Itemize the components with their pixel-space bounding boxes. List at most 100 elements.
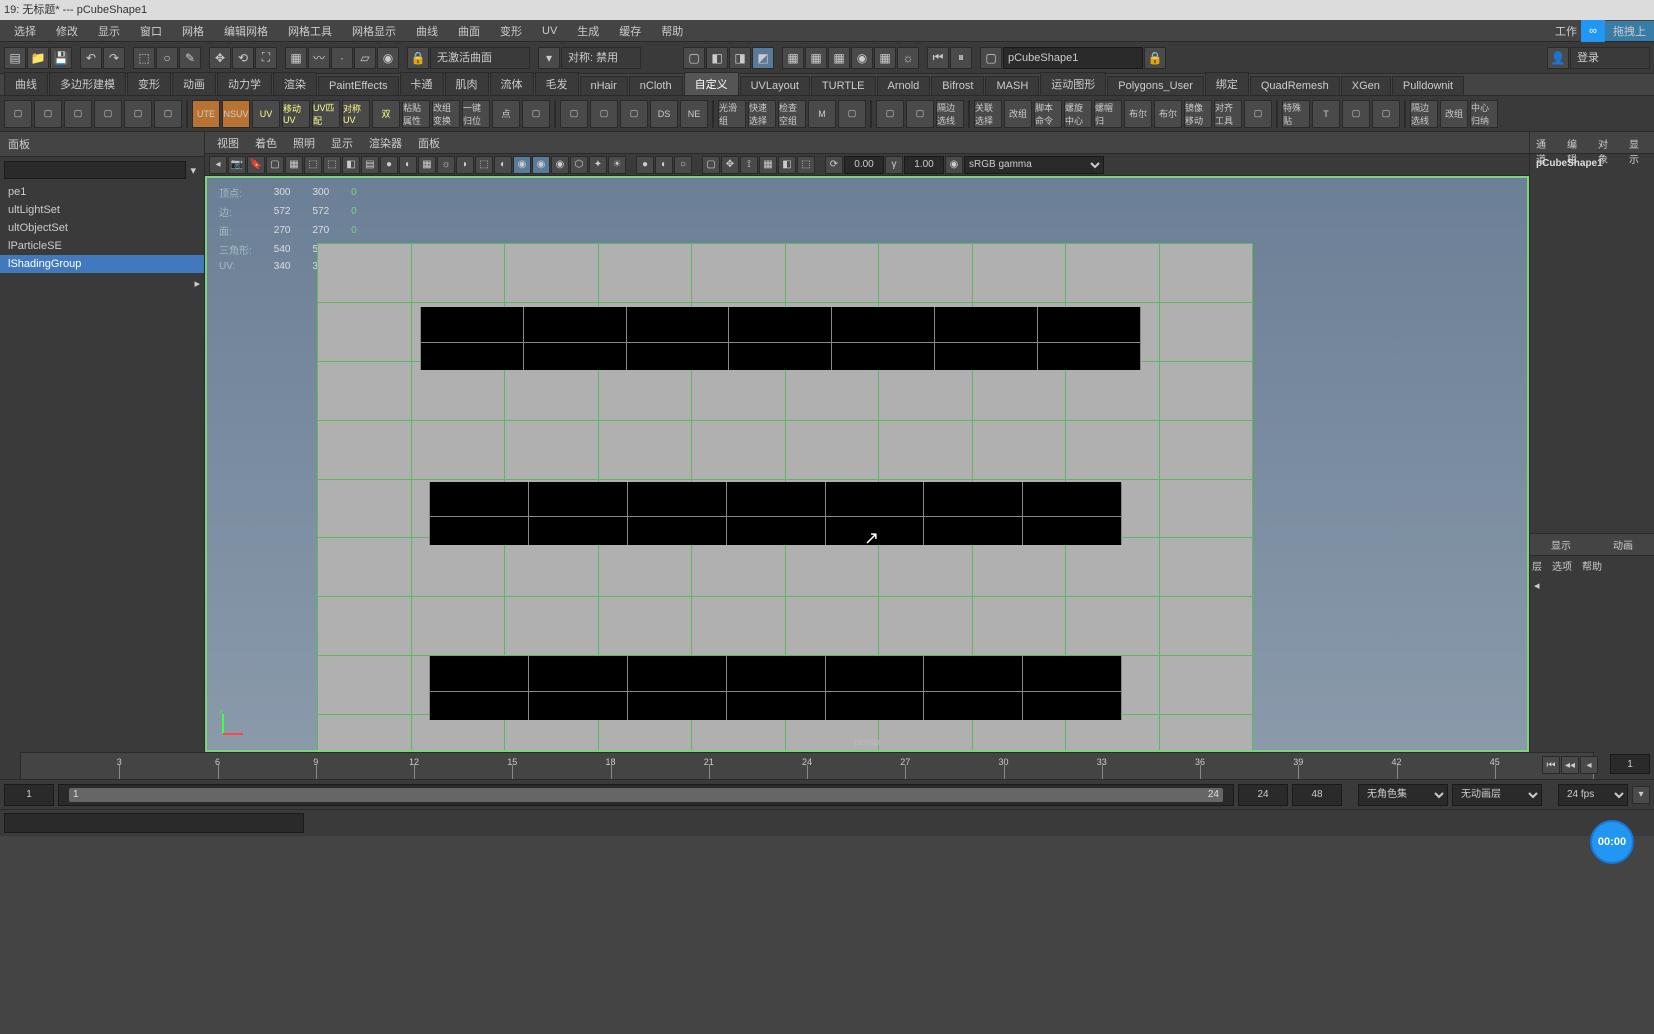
panel-menu-显示[interactable]: 显示: [323, 135, 361, 151]
select-tool-icon[interactable]: ⬚: [133, 47, 155, 69]
gamma-field[interactable]: [904, 156, 944, 174]
shelf-button-13[interactable]: 粘贴属性: [402, 100, 430, 128]
step-back-icon[interactable]: ◂: [1580, 756, 1598, 774]
show-light-icon[interactable]: ◐: [655, 156, 673, 174]
shelf-button-22[interactable]: NE: [680, 100, 708, 128]
show-sphere-icon[interactable]: ●: [636, 156, 654, 174]
shelf-button-44[interactable]: ▢: [1372, 100, 1400, 128]
shelf-tab-TURTLE[interactable]: TURTLE: [811, 76, 876, 95]
shelf-button-39[interactable]: 对齐工具: [1214, 100, 1242, 128]
go-start-icon[interactable]: ⏮: [1542, 756, 1560, 774]
use-all-lights-icon[interactable]: ☼: [437, 156, 455, 174]
shaded-icon[interactable]: ●: [380, 156, 398, 174]
menu-生成[interactable]: 生成: [567, 23, 609, 39]
shelf-button-19[interactable]: ▢: [590, 100, 618, 128]
show-circle-icon[interactable]: ○: [674, 156, 692, 174]
render-icon-1[interactable]: ▢: [683, 47, 705, 69]
shelf-button-35[interactable]: 螺帽归: [1094, 100, 1122, 128]
shelf-button-7[interactable]: NSUV: [222, 100, 250, 128]
shelf-tab-变形[interactable]: 变形: [127, 72, 171, 95]
snap-point-icon[interactable]: ·: [331, 47, 353, 69]
isolate-icon[interactable]: ⬚: [475, 156, 493, 174]
object-name-field[interactable]: [1003, 47, 1143, 69]
channel-tab-显示[interactable]: 显示: [1623, 132, 1654, 153]
scale-tool-icon[interactable]: ⛶: [255, 47, 277, 69]
outliner-item-lParticleSE[interactable]: lParticleSE: [0, 237, 204, 255]
shelf-button-29[interactable]: ▢: [906, 100, 934, 128]
shelf-tab-绑定[interactable]: 绑定: [1205, 72, 1249, 95]
show-rect2-icon[interactable]: ⬚: [797, 156, 815, 174]
menu-网格显示[interactable]: 网格显示: [342, 23, 406, 39]
textured-icon[interactable]: ▦: [418, 156, 436, 174]
menu-缓存[interactable]: 缓存: [609, 23, 651, 39]
render-icon-4[interactable]: ◩: [752, 47, 774, 69]
shelf-button-42[interactable]: T: [1312, 100, 1340, 128]
step-back-key-icon[interactable]: ◂◂: [1561, 756, 1579, 774]
layer-option-层[interactable]: 层: [1532, 558, 1542, 573]
show-grid2-icon[interactable]: ▦: [759, 156, 777, 174]
shelf-button-46[interactable]: 改组: [1440, 100, 1468, 128]
xray-joints-icon[interactable]: ◉: [513, 156, 531, 174]
outliner-item-ultObjectSet[interactable]: ultObjectSet: [0, 219, 204, 237]
current-frame-field[interactable]: [1610, 754, 1650, 774]
panel-menu-照明[interactable]: 照明: [285, 135, 323, 151]
object-lock-icon[interactable]: 🔒: [1144, 47, 1166, 69]
new-scene-icon[interactable]: ▤: [4, 47, 26, 69]
shelf-button-20[interactable]: ▢: [620, 100, 648, 128]
symmetry-dropdown-arrow[interactable]: ▾: [538, 47, 560, 69]
show-icon-5[interactable]: ☀: [608, 156, 626, 174]
channel-tab-编辑[interactable]: 编辑: [1561, 132, 1592, 153]
outliner-filter-input[interactable]: [4, 161, 186, 179]
channel-tab-对象[interactable]: 对象: [1592, 132, 1623, 153]
select-camera-icon[interactable]: ◂: [209, 156, 227, 174]
shelf-button-3[interactable]: ▢: [94, 100, 122, 128]
shelf-button-2[interactable]: ▢: [64, 100, 92, 128]
live-surface-dropdown[interactable]: 无激活曲面: [430, 47, 530, 69]
film-gate-icon[interactable]: ⬚: [304, 156, 322, 174]
save-scene-icon[interactable]: 💾: [50, 47, 72, 69]
menu-曲面[interactable]: 曲面: [448, 23, 490, 39]
layer-option-选项[interactable]: 选项: [1552, 558, 1572, 573]
anim-layer-dropdown[interactable]: 无动画层: [1452, 784, 1542, 806]
gate-mask-icon[interactable]: ◧: [342, 156, 360, 174]
render-icon-3[interactable]: ◨: [729, 47, 751, 69]
shelf-button-17[interactable]: ▢: [522, 100, 550, 128]
shelf-tab-动力学[interactable]: 动力学: [217, 72, 272, 95]
outliner-item-lShadingGroup[interactable]: lShadingGroup: [0, 255, 204, 273]
color-mgmt-icon[interactable]: ◉: [945, 156, 963, 174]
shelf-tab-自定义[interactable]: 自定义: [684, 72, 739, 95]
shelf-button-0[interactable]: ▢: [4, 100, 32, 128]
shelf-button-31[interactable]: 关联选择: [974, 100, 1002, 128]
light-editor-icon[interactable]: ☼: [897, 47, 919, 69]
snap-grid-icon[interactable]: ▦: [285, 47, 307, 69]
shelf-tab-渲染[interactable]: 渲染: [273, 72, 317, 95]
layer-tab-动画[interactable]: 动画: [1592, 534, 1654, 555]
shelf-button-15[interactable]: 一键归位: [462, 100, 490, 128]
shelf-button-11[interactable]: 对称UV: [342, 100, 370, 128]
shelf-button-14[interactable]: 改组变换: [432, 100, 460, 128]
menu-显示[interactable]: 显示: [88, 23, 130, 39]
anim-end-field[interactable]: [1292, 784, 1342, 806]
shelf-tab-流体[interactable]: 流体: [490, 72, 534, 95]
shelf-button-21[interactable]: DS: [650, 100, 678, 128]
channel-scroll-left-icon[interactable]: ◂: [1534, 580, 1540, 592]
menu-网格[interactable]: 网格: [172, 23, 214, 39]
layer-tab-显示[interactable]: 显示: [1530, 534, 1592, 555]
bookmark-icon[interactable]: 🔖: [247, 156, 265, 174]
time-slider[interactable]: 36912151821242730333639424548 ⏮ ◂◂ ◂: [0, 752, 1654, 780]
shelf-button-28[interactable]: ▢: [876, 100, 904, 128]
show-ruler-icon[interactable]: ⟟: [740, 156, 758, 174]
shelf-button-9[interactable]: 移动UV: [282, 100, 310, 128]
shelf-button-8[interactable]: UV: [252, 100, 280, 128]
snap-curve-icon[interactable]: 〰: [308, 47, 330, 69]
color-space-dropdown[interactable]: sRGB gamma: [964, 156, 1104, 174]
shadows-icon[interactable]: ◗: [456, 156, 474, 174]
panel-menu-视图[interactable]: 视图: [209, 135, 247, 151]
show-icon-3[interactable]: ⬡: [570, 156, 588, 174]
panel-menu-面板[interactable]: 面板: [410, 135, 448, 151]
outliner-scroll-icon[interactable]: ▸: [194, 278, 200, 290]
shelf-tab-MASH[interactable]: MASH: [985, 76, 1039, 95]
snap-live-icon[interactable]: ◉: [377, 47, 399, 69]
show-rect-icon[interactable]: ◧: [778, 156, 796, 174]
character-set-dropdown[interactable]: 无角色集: [1358, 784, 1448, 806]
